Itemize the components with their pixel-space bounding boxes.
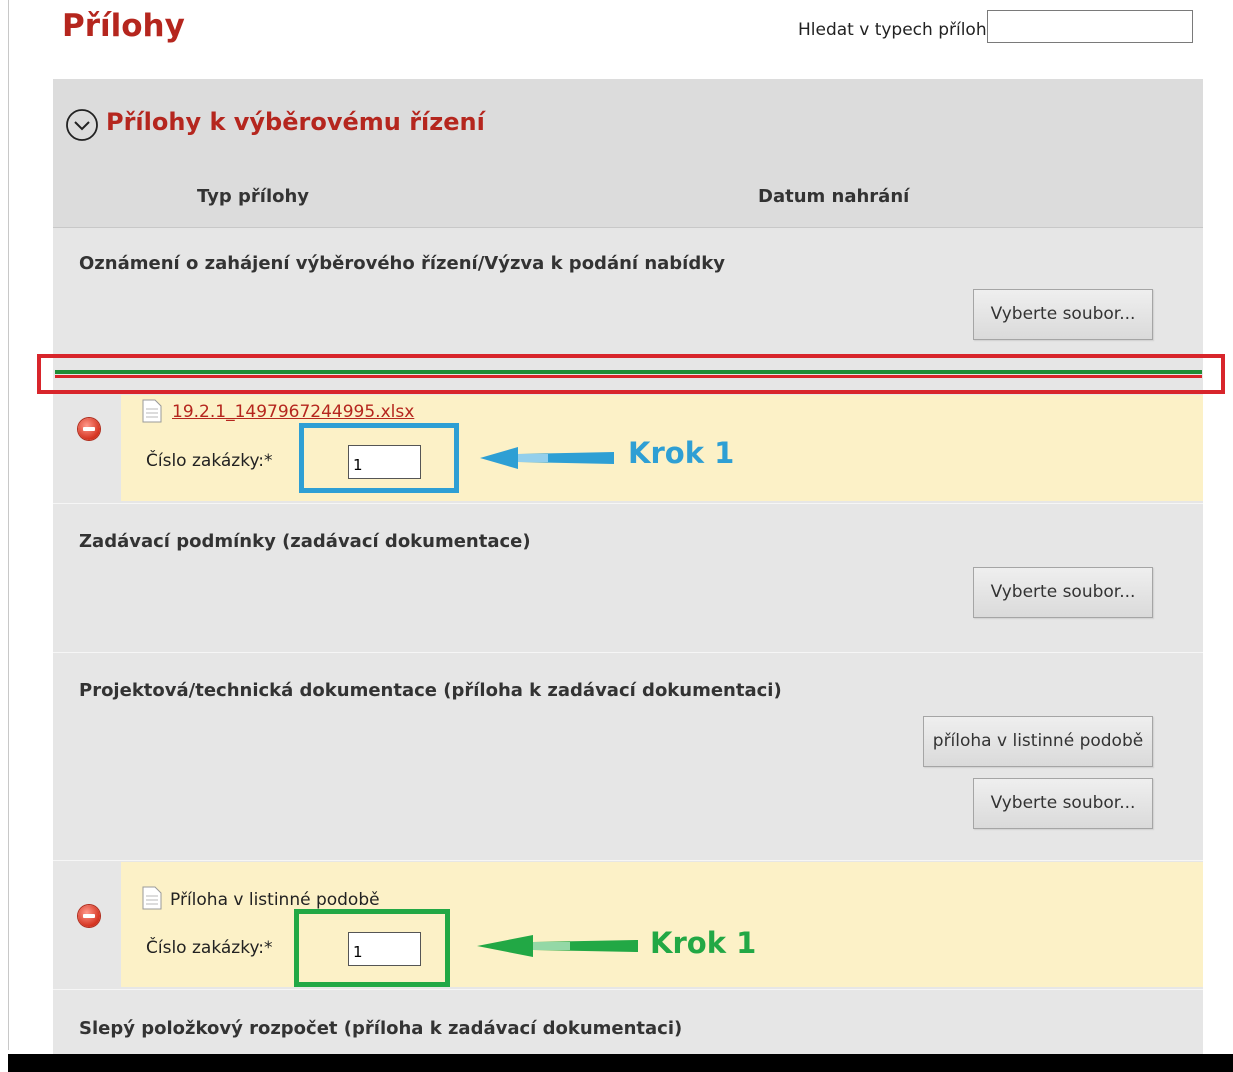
paper-attachment-button[interactable]: příloha v listinné podobě [923,716,1153,767]
column-header-type: Typ přílohy [197,186,310,207]
file-link[interactable]: 19.2.1_1497967244995.xlsx [172,402,414,422]
step-annotation-green: Krok 1 [650,926,757,960]
step-annotation-blue: Krok 1 [628,436,735,470]
choose-file-button[interactable]: Vyberte soubor... [973,567,1153,618]
page-title: Přílohy [62,8,185,44]
file-icon [142,399,162,423]
attachment-type-title: Zadávací podmínky (zadávací dokumentace) [79,531,531,552]
order-number-label: Číslo zakázky:* [146,938,273,958]
row-separator [53,860,1203,861]
file-icon [142,886,162,910]
remove-icon[interactable] [78,418,100,440]
search-label: Hledat v typech příloh: [798,20,993,40]
paper-attachment-text: Příloha v listinné podobě [170,890,380,910]
collapse-circle-icon[interactable] [65,108,99,142]
separator-line-red [55,375,1202,378]
arrow-left-icon [477,935,638,957]
separator-line-green [55,370,1202,374]
row-separator [53,989,1203,990]
attachment-type-title: Projektová/technická dokumentace (příloh… [79,680,782,701]
left-border [8,0,9,1050]
remove-icon[interactable] [78,905,100,927]
highlight-box-red [37,354,1225,394]
attachment-type-title: Slepý položkový rozpočet (příloha k zadá… [79,1018,683,1039]
search-input[interactable] [987,10,1193,43]
highlight-box-blue [299,423,459,493]
highlight-box-green [294,909,450,987]
attachment-item [121,862,1203,987]
order-number-label: Číslo zakázky:* [146,451,273,471]
section-title: Přílohy k výběrovému řízení [106,108,485,136]
row-separator [53,652,1203,653]
row-separator [53,503,1203,504]
arrow-left-icon [480,447,614,469]
attachment-type-title: Oznámení o zahájení výběrového řízení/Vý… [79,253,725,274]
choose-file-button[interactable]: Vyberte soubor... [973,778,1153,829]
choose-file-button[interactable]: Vyberte soubor... [973,289,1153,340]
column-header-date: Datum nahrání [758,186,910,207]
bottom-bar [8,1054,1233,1072]
